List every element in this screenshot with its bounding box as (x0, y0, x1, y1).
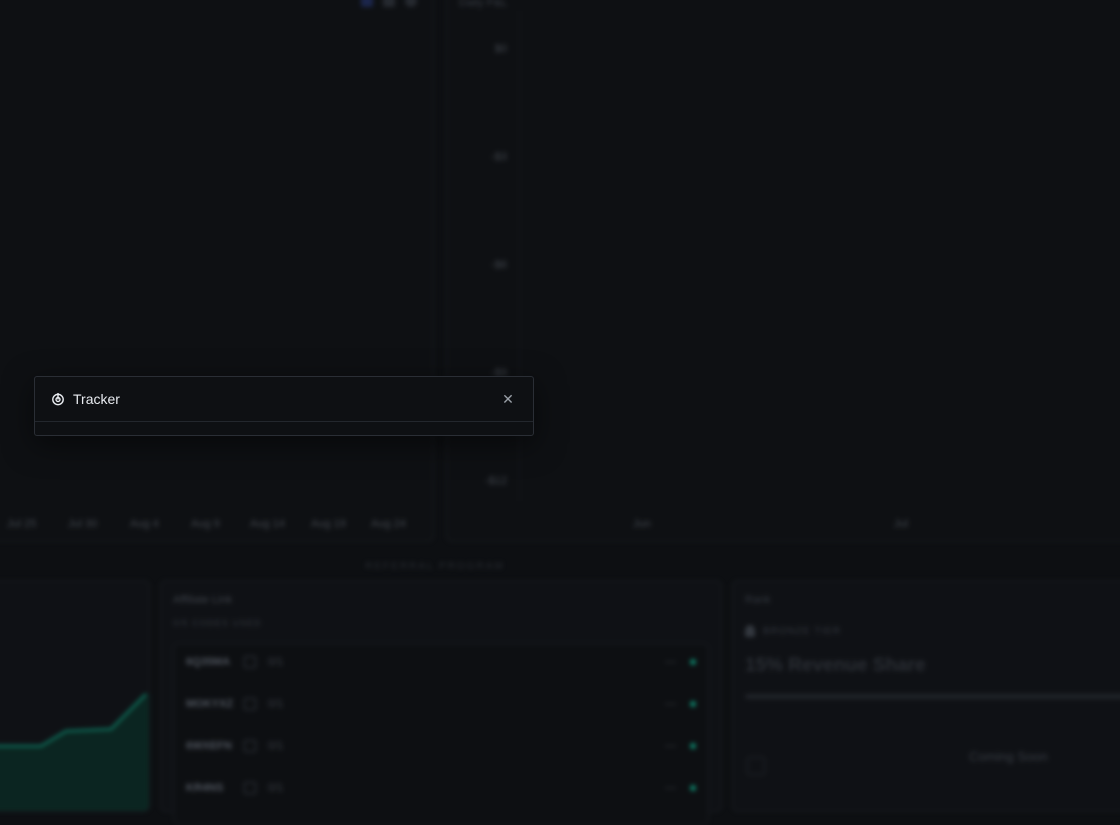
rank-title: Rank (745, 594, 771, 606)
status-dot-icon (690, 785, 696, 791)
close-icon[interactable]: ✕ (499, 390, 517, 408)
stat-icon (747, 757, 765, 775)
status-dot-icon (690, 743, 696, 749)
status-dot-icon (690, 701, 696, 707)
section-divider: REFERRAL PROGRAM (0, 556, 1120, 574)
medal-icon (745, 625, 755, 637)
revenue-share: 15% Revenue Share (745, 655, 926, 676)
code-uses: 0/1 (268, 656, 284, 668)
x-tick: Aug 24 (371, 518, 406, 530)
x-tick: Jul 30 (68, 518, 98, 530)
x-tick: Jun (633, 518, 651, 530)
copy-icon[interactable] (244, 698, 256, 710)
copy-icon[interactable] (244, 740, 256, 752)
tracker-icon (51, 392, 65, 406)
x-tick: Jul (894, 518, 909, 530)
table-row: MOKYXZ 0/1 --- (186, 689, 696, 719)
dialog-header: Tracker ✕ (35, 377, 533, 422)
codes-used: 0/5 CODES USED (173, 618, 262, 628)
coming-soon: Coming Soon (969, 749, 1048, 764)
code-status: --- (665, 740, 676, 752)
affiliate-title: Affiliate Link (173, 594, 233, 606)
y-tick: -$6 (491, 259, 507, 271)
code-value: KR4NS (186, 782, 224, 794)
affiliate-panel: Affiliate Link 0/5 CODES USED 6Q35MA 0/1… (160, 580, 722, 825)
dialog-title: Tracker (73, 391, 120, 407)
pie-icon[interactable] (405, 0, 417, 7)
section-divider-label: REFERRAL PROGRAM (365, 561, 505, 572)
right-chart-panel: Daily P&L $0 -$3 -$6 -$9 -$12 Jun Jul (446, 0, 1120, 542)
code-uses: 0/1 (268, 740, 284, 752)
rank-panel: Rank BRONZE TIER 15% Revenue Share Comin… (732, 580, 1120, 812)
y-tick: -$3 (491, 151, 507, 163)
line-chart-icon[interactable] (361, 0, 373, 7)
table-row: KR4NS 0/1 --- (186, 773, 696, 803)
tier-label: BRONZE TIER (763, 625, 842, 637)
code-value: MOKYXZ (186, 698, 234, 710)
earnings-chart-panel (0, 580, 150, 812)
rank-progress-bar (745, 694, 1120, 699)
y-tick: $0 (494, 43, 507, 55)
code-status: --- (665, 698, 676, 710)
table-row: 6WXEFN 0/1 --- (186, 731, 696, 761)
code-value: 6WXEFN (186, 740, 232, 752)
table-row: 6Q35MA 0/1 --- (186, 647, 696, 677)
x-tick: Aug 9 (191, 518, 220, 530)
x-tick: Aug 19 (311, 518, 346, 530)
x-tick: Aug 14 (250, 518, 285, 530)
copy-icon[interactable] (244, 656, 256, 668)
x-tick: Aug 4 (130, 518, 159, 530)
bar-chart-icon[interactable] (383, 0, 395, 7)
tracker-dialog: Tracker ✕ (34, 376, 534, 436)
tier-badge: BRONZE TIER (745, 625, 841, 637)
earnings-area-chart (0, 693, 149, 811)
x-tick: Jul 25 (7, 518, 37, 530)
y-tick: -$12 (484, 475, 507, 487)
copy-icon[interactable] (244, 782, 256, 794)
code-value: 6Q35MA (186, 656, 231, 668)
codes-list: 6Q35MA 0/1 --- MOKYXZ 0/1 --- 6WXEFN 0/1… (173, 643, 709, 825)
code-uses: 0/1 (268, 782, 284, 794)
status-dot-icon (690, 659, 696, 665)
chart-toolbar (361, 0, 417, 7)
right-chart-y-axis: $0 -$3 -$6 -$9 -$12 (447, 0, 507, 531)
code-uses: 0/1 (268, 698, 284, 710)
code-status: --- (665, 656, 676, 668)
left-chart-panel: Jul 25 Jul 30 Aug 4 Aug 9 Aug 14 Aug 19 … (0, 0, 434, 542)
code-status: --- (665, 782, 676, 794)
